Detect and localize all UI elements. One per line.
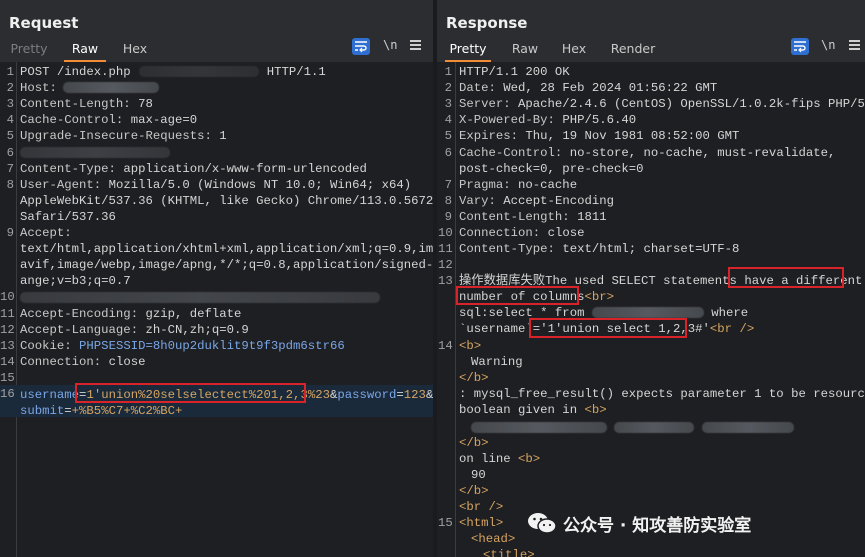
request-header-line: Connection: close — [20, 354, 146, 369]
request-title: Request — [9, 14, 79, 32]
show-newlines-button[interactable]: \n — [821, 38, 835, 52]
request-header-line — [20, 289, 380, 305]
line-number: 6 — [6, 145, 14, 160]
response-header-line: X-Powered-By: PHP/5.6.40 — [459, 113, 637, 128]
line-number: 7 — [444, 177, 452, 192]
request-header-line: Safari/537.36 — [20, 209, 116, 224]
request-header-line: Accept: — [20, 226, 72, 240]
line-number: 3 — [444, 97, 452, 112]
line-number: 9 — [6, 226, 14, 240]
word-wrap-button[interactable] — [791, 38, 809, 55]
line-number: 8 — [444, 193, 452, 208]
request-header-line: Cache-Control: max-age=0 — [20, 113, 198, 128]
tab-render[interactable]: Render — [605, 40, 661, 60]
request-editor[interactable]: 1 POST /index.php HTTP/1.1 2 Host: 3 Content-L… — [0, 62, 433, 557]
response-header-line: Cache-Control: no-store, no-cache, must-… — [459, 145, 836, 160]
response-pane: Response Pretty Raw Hex Render \n 1 HTTP/… — [437, 0, 865, 557]
request-header-line: Host: — [20, 80, 159, 96]
line-number: 12 — [0, 322, 15, 337]
request-header-line: avif,image/webp,image/apng,*/*;q=0.8,app… — [20, 258, 433, 273]
line-number: 10 — [438, 226, 453, 240]
line-number: 4 — [444, 113, 452, 128]
response-header-line: Date: Wed, 28 Feb 2024 01:56:22 GMT — [459, 81, 718, 96]
tab-pretty[interactable]: Pretty — [6, 40, 52, 60]
response-header-line: post-check=0, pre-check=0 — [459, 161, 644, 176]
tab-raw[interactable]: Raw — [505, 40, 545, 60]
request-header-line: text/html,application/xhtml+xml,applicat… — [20, 242, 433, 257]
request-header-line: Upgrade-Insecure-Requests: 1 — [20, 129, 227, 144]
request-body-line-cont: submit=+%B5%C7+%C2%BC+ — [20, 404, 183, 418]
line-number: 2 — [6, 81, 14, 96]
line-number: 1 — [6, 65, 14, 79]
sql-highlight-box — [529, 318, 687, 338]
line-number: 10 — [0, 290, 15, 305]
response-editor[interactable]: 1 HTTP/1.1 200 OK 2 Date: Wed, 28 Feb 2024 … — [437, 62, 865, 557]
line-number: 11 — [0, 306, 15, 321]
menu-icon[interactable] — [410, 40, 422, 50]
response-header-line: Server: Apache/2.4.6 (CentOS) OpenSSL/1.… — [459, 97, 865, 112]
error-highlight-box-1 — [728, 267, 844, 288]
tab-raw[interactable]: Raw — [64, 40, 106, 62]
wrap-icon — [355, 41, 367, 53]
watermark-text: 公众号 · 知攻善防实验室 — [563, 515, 752, 536]
request-header-line — [20, 145, 170, 161]
line-number: 13 — [0, 338, 15, 353]
request-header-line: AppleWebKit/537.36 (KHTML, like Gecko) C… — [20, 193, 433, 208]
error-highlight-box-2 — [456, 286, 579, 305]
response-header-line: Vary: Accept-Encoding — [459, 193, 614, 208]
line-number: 11 — [438, 242, 453, 257]
line-number: 14 — [0, 354, 15, 369]
show-newlines-button[interactable]: \n — [383, 38, 397, 52]
line-number: 12 — [438, 258, 453, 273]
watermark: 公众号 · 知攻善防实验室 — [527, 509, 751, 537]
request-header-line: ange;v=b3;q=0.7 — [20, 274, 131, 289]
response-header-line: Connection: close — [459, 226, 585, 240]
line-number: 9 — [444, 209, 452, 224]
request-header-line: Cookie: PHPSESSID=8h0up2duklit9t9f3pdm6s… — [20, 338, 345, 353]
response-title: Response — [446, 14, 528, 32]
line-number: 16 — [0, 387, 15, 401]
line-number: 1 — [444, 65, 452, 79]
request-header-line: Content-Length: 78 — [20, 97, 153, 112]
response-header-line: Content-Length: 1811 — [459, 209, 607, 224]
line-number: 3 — [6, 97, 14, 112]
tab-hex[interactable]: Hex — [555, 40, 593, 60]
menu-icon[interactable] — [849, 40, 861, 50]
line-number: 4 — [6, 113, 14, 128]
tab-hex[interactable]: Hex — [116, 40, 154, 60]
line-number: 6 — [444, 145, 452, 160]
line-number: 15 — [0, 370, 15, 385]
wechat-icon — [528, 513, 557, 534]
tab-pretty[interactable]: Pretty — [445, 40, 491, 62]
line-number: 5 — [6, 129, 14, 144]
line-number: 8 — [6, 177, 14, 192]
response-header-line: HTTP/1.1 200 OK — [459, 65, 570, 79]
request-header-line: Accept-Encoding: gzip, deflate — [20, 306, 242, 321]
wrap-icon — [794, 41, 806, 53]
line-number: 7 — [6, 161, 14, 176]
request-header-line: User-Agent: Mozilla/5.0 (Windows NT 10.0… — [20, 177, 412, 192]
line-number: 2 — [444, 81, 452, 96]
request-header-line: Content-Type: application/x-www-form-url… — [20, 161, 367, 176]
response-header-line: Content-Type: text/html; charset=UTF-8 — [459, 242, 740, 257]
request-header-line: POST /index.php HTTP/1.1 — [20, 65, 326, 79]
line-number: 5 — [444, 129, 452, 144]
word-wrap-button[interactable] — [352, 38, 370, 55]
payload-highlight-box — [75, 383, 306, 403]
request-header-line: Accept-Language: zh-CN,zh;q=0.9 — [20, 322, 249, 337]
request-pane: Request Pretty Raw Hex \n 1 POST /index.p… — [0, 0, 433, 557]
response-header-line: Expires: Thu, 19 Nov 1981 08:52:00 GMT — [459, 129, 740, 144]
warning-text: Warning — [471, 355, 523, 369]
response-header-line: Pragma: no-cache — [459, 177, 578, 192]
